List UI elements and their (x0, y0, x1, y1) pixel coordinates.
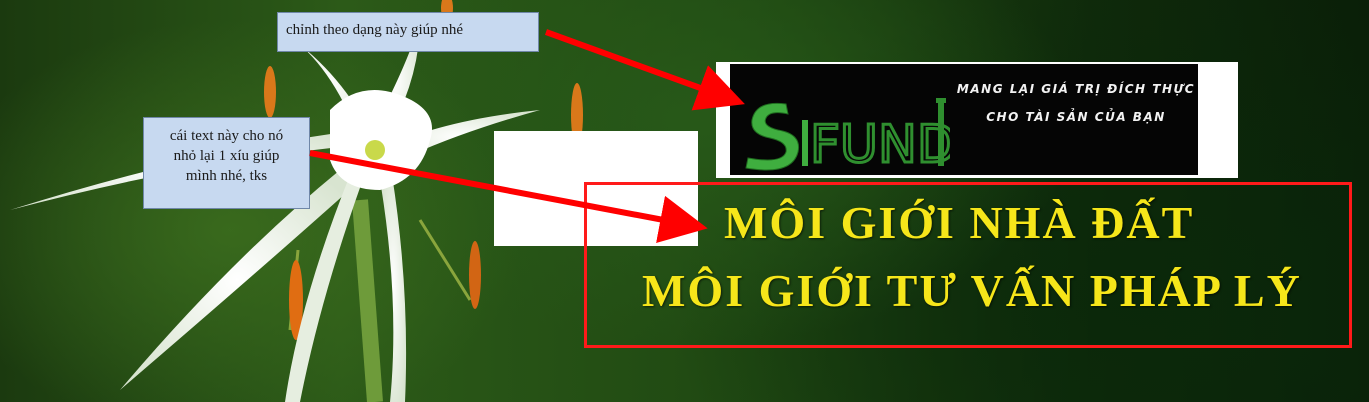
annotation-note-line: nhỏ lại 1 xíu giúp (173, 148, 280, 164)
annotation-note-line: mình nhé, tks (185, 168, 268, 184)
headline-line-1: MÔI GIỚI NHÀ ĐẤT (724, 197, 1195, 248)
annotation-note-format: chỉnh theo dạng này giúp nhé (277, 12, 539, 52)
slogan-line-2: CHO TÀI SẢN CỦA BẠN (986, 110, 1166, 124)
sfund-logo: FUND (745, 98, 950, 172)
banner-canvas: chỉnh theo dạng này giúp nhé cái text nà… (0, 0, 1369, 402)
headline-line-2: MÔI GIỚI TƯ VẤN PHÁP LÝ (642, 265, 1302, 316)
brand-wordmark: FUND (810, 115, 950, 172)
sfund-logo-banner: FUND MANG LẠI GIÁ TRỊ ĐÍCH THỰC CHO TÀI … (730, 64, 1198, 175)
annotation-note-line: cái text này cho nó (169, 128, 284, 144)
annotation-note-text-size: cái text này cho nó nhỏ lại 1 xíu giúp m… (143, 117, 310, 209)
annotation-note-format-text: chỉnh theo dạng này giúp nhé (286, 22, 464, 38)
slogan-line-1: MANG LẠI GIÁ TRỊ ĐÍCH THỰC (956, 82, 1196, 96)
